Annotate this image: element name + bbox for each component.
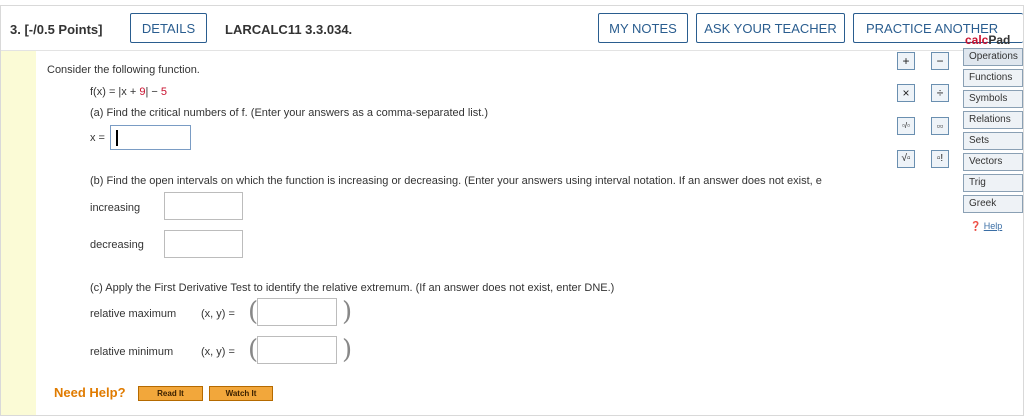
calcpad-help-link[interactable]: ❓ Help [970, 221, 1002, 232]
tab-sets[interactable]: Sets [963, 132, 1023, 150]
plus-key[interactable]: + [897, 52, 915, 70]
relative-minimum-label: relative minimum [90, 346, 174, 358]
divide-key[interactable]: ÷ [931, 84, 949, 102]
tab-symbols[interactable]: Symbols [963, 90, 1023, 108]
part-a-text: (a) Find the critical numbers of f. (Ent… [90, 107, 488, 119]
relative-maximum-label: relative maximum [90, 308, 177, 320]
question-number: 3. [-/0.5 Points] [10, 22, 103, 37]
decreasing-label: decreasing [90, 239, 144, 251]
tab-operations[interactable]: Operations [963, 48, 1023, 66]
x-label: x = [90, 132, 105, 144]
critical-numbers-input[interactable] [110, 125, 191, 150]
tab-functions[interactable]: Functions [963, 69, 1023, 87]
question-header: 3. [-/0.5 Points] DETAILS LARCALC11 3.3.… [1, 6, 1023, 51]
increasing-input[interactable] [164, 192, 243, 220]
tab-relations[interactable]: Relations [963, 111, 1023, 129]
decreasing-input[interactable] [164, 230, 243, 258]
right-paren: ) [342, 335, 353, 365]
my-notes-button[interactable]: MY NOTES [598, 13, 688, 43]
relative-maximum-input[interactable] [257, 298, 337, 326]
factorial-key[interactable]: ▫! [931, 150, 949, 168]
relative-maximum-xy-label: (x, y) = [201, 308, 235, 320]
ask-teacher-button[interactable]: ASK YOUR TEACHER [696, 13, 845, 43]
multiply-key[interactable]: × [897, 84, 915, 102]
part-c-text: (c) Apply the First Derivative Test to i… [90, 282, 615, 294]
calcpad-title: calcPad [965, 33, 1011, 47]
read-it-button[interactable]: Read It [138, 386, 203, 401]
function-definition: f(x) = |x + 9| − 5 [90, 86, 167, 98]
relative-minimum-input[interactable] [257, 336, 337, 364]
tab-vectors[interactable]: Vectors [963, 153, 1023, 171]
minus-key[interactable]: − [931, 52, 949, 70]
fraction-key[interactable]: ▫/▫ [897, 117, 915, 135]
tab-greek[interactable]: Greek [963, 195, 1023, 213]
relative-minimum-xy-label: (x, y) = [201, 346, 235, 358]
question-frame: 3. [-/0.5 Points] DETAILS LARCALC11 3.3.… [0, 5, 1024, 416]
watch-it-button[interactable]: Watch It [209, 386, 273, 401]
question-circle-icon: ❓ [970, 221, 982, 231]
text-caret [116, 130, 118, 146]
question-status-bar [1, 51, 36, 415]
exponent-key[interactable]: ▫▫ [931, 117, 949, 135]
right-paren: ) [342, 297, 353, 327]
question-reference: LARCALC11 3.3.034. [225, 22, 353, 37]
need-help-label: Need Help? [54, 385, 126, 400]
tab-trig[interactable]: Trig [963, 174, 1023, 192]
part-b-text: (b) Find the open intervals on which the… [90, 175, 822, 187]
problem-intro: Consider the following function. [47, 64, 200, 76]
question-content: Consider the following function. f(x) = … [36, 51, 1023, 415]
square-root-key[interactable]: √▫ [897, 150, 915, 168]
details-button[interactable]: DETAILS [130, 13, 207, 43]
increasing-label: increasing [90, 202, 141, 214]
